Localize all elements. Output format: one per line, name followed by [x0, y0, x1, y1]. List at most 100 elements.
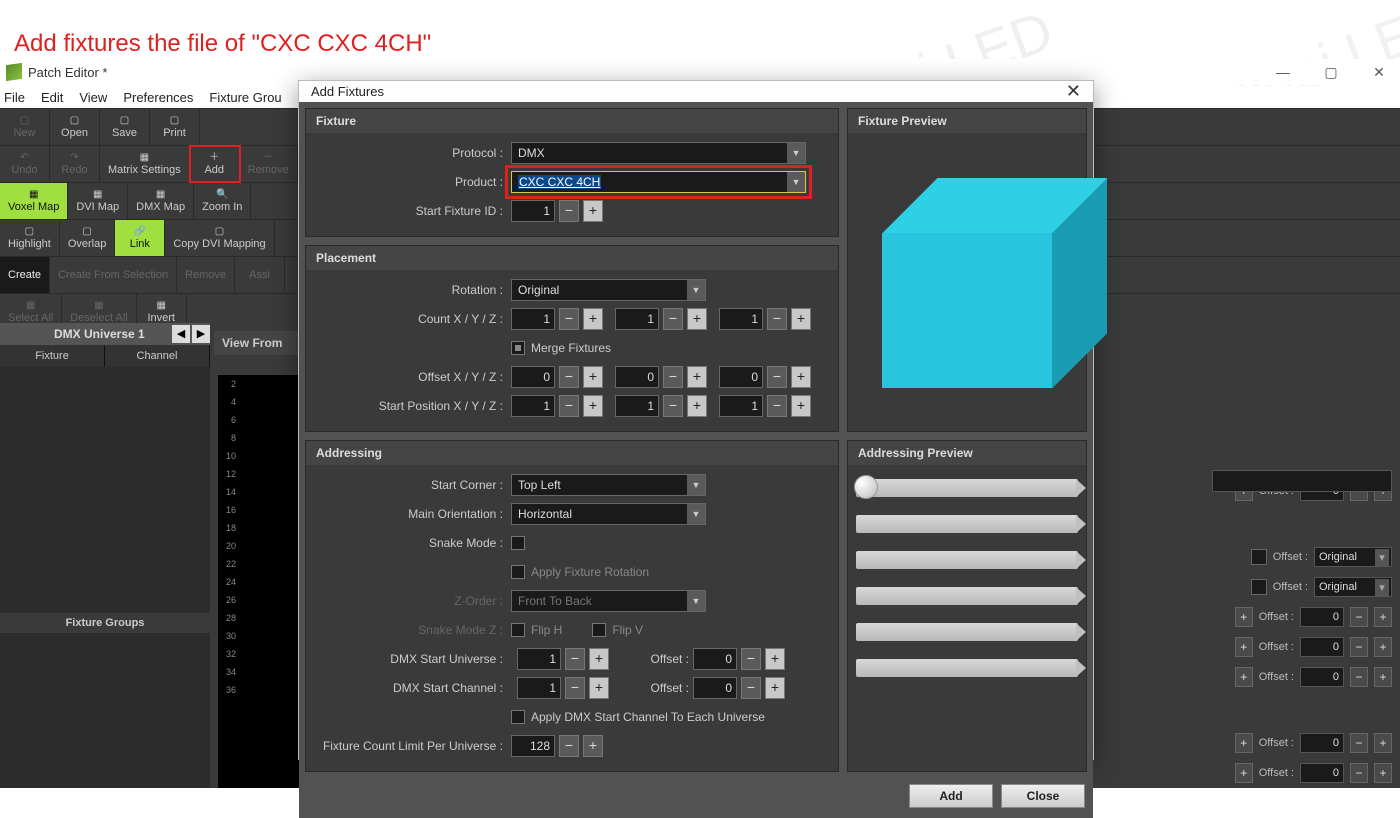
flip-h-checkbox[interactable] [511, 623, 525, 637]
offset-input[interactable]: 0 [1300, 733, 1344, 753]
right-input[interactable] [1212, 470, 1392, 492]
tool-undo[interactable]: ↶Undo [0, 146, 50, 182]
tool-add[interactable]: ＋Add [190, 146, 240, 182]
decrement-button[interactable]: − [767, 366, 787, 388]
increment-button[interactable]: + [583, 395, 603, 417]
main-orientation-select[interactable]: Horizontal▼ [511, 503, 706, 525]
dmx-universe-offset-input[interactable]: 0 [693, 648, 737, 670]
tool-remove-group[interactable]: Remove [177, 257, 235, 293]
minus-icon[interactable]: − [1350, 733, 1368, 753]
plus-icon[interactable]: + [1235, 733, 1253, 753]
tool-overlap[interactable]: ▢Overlap [60, 220, 116, 256]
plus-icon[interactable]: + [1374, 637, 1392, 657]
tab-fixture[interactable]: Fixture [0, 345, 105, 367]
increment-button[interactable]: + [589, 648, 609, 670]
offset-input[interactable]: 0 [1300, 607, 1344, 627]
minus-icon[interactable]: − [1350, 607, 1368, 627]
decrement-button[interactable]: − [663, 395, 683, 417]
dmx-start-universe-input[interactable]: 1 [517, 648, 561, 670]
checkbox[interactable] [1251, 579, 1267, 595]
tool-new[interactable]: ▢New [0, 109, 50, 145]
decrement-button[interactable]: − [565, 648, 585, 670]
count-y-input[interactable]: 1 [615, 308, 659, 330]
tool-matrix-settings[interactable]: ▦Matrix Settings [100, 146, 190, 182]
tool-create[interactable]: Create [0, 257, 50, 293]
decrement-button[interactable]: − [559, 366, 579, 388]
merge-fixtures-checkbox[interactable] [511, 341, 525, 355]
checkbox[interactable] [1251, 549, 1267, 565]
dmx-prev-button[interactable]: ◀ [172, 325, 190, 343]
count-x-input[interactable]: 1 [511, 308, 555, 330]
dmx-channel-offset-input[interactable]: 0 [693, 677, 737, 699]
minus-icon[interactable]: − [1350, 763, 1368, 783]
tool-assign[interactable]: Assi [235, 257, 285, 293]
increment-button[interactable]: + [687, 395, 707, 417]
minus-icon[interactable]: − [1350, 667, 1368, 687]
decrement-button[interactable]: − [559, 200, 579, 222]
offset-y-input[interactable]: 0 [615, 366, 659, 388]
startpos-z-input[interactable]: 1 [719, 395, 763, 417]
plus-icon[interactable]: + [1374, 763, 1392, 783]
rotation-select[interactable]: Original▼ [511, 279, 706, 301]
menu-fixture-groups[interactable]: Fixture Grou [209, 90, 281, 105]
plus-icon[interactable]: + [1374, 667, 1392, 687]
window-close-icon[interactable]: ✕ [1364, 64, 1394, 81]
count-z-input[interactable]: 1 [719, 308, 763, 330]
window-maximize-icon[interactable]: ▢ [1316, 64, 1346, 81]
menu-preferences[interactable]: Preferences [123, 90, 193, 105]
increment-button[interactable]: + [583, 200, 603, 222]
plus-icon[interactable]: + [1235, 607, 1253, 627]
decrement-button[interactable]: − [741, 648, 761, 670]
decrement-button[interactable]: − [559, 308, 579, 330]
dmx-next-button[interactable]: ▶ [192, 325, 210, 343]
tool-voxel-map[interactable]: ▦Voxel Map [0, 183, 68, 219]
tab-channel[interactable]: Channel [105, 345, 210, 367]
increment-button[interactable]: + [791, 366, 811, 388]
product-select[interactable]: CXC CXC 4CH ▼ [511, 171, 806, 193]
menu-view[interactable]: View [79, 90, 107, 105]
plus-icon[interactable]: + [1374, 733, 1392, 753]
startpos-x-input[interactable]: 1 [511, 395, 555, 417]
tool-remove[interactable]: －Remove [240, 146, 298, 182]
offset-select[interactable]: Original [1314, 547, 1392, 567]
increment-button[interactable]: + [687, 366, 707, 388]
fixture-count-limit-input[interactable]: 128 [511, 735, 555, 757]
voxel-grid[interactable]: 24681012141618202224262830323436 [218, 375, 300, 788]
decrement-button[interactable]: − [559, 395, 579, 417]
decrement-button[interactable]: − [663, 366, 683, 388]
start-corner-select[interactable]: Top Left▼ [511, 474, 706, 496]
offset-x-input[interactable]: 0 [511, 366, 555, 388]
tool-open[interactable]: ▢Open [50, 109, 100, 145]
apply-dmx-start-channel-checkbox[interactable] [511, 710, 525, 724]
offset-input[interactable]: 0 [1300, 763, 1344, 783]
protocol-select[interactable]: DMX▼ [511, 142, 806, 164]
offset-input[interactable]: 0 [1300, 637, 1344, 657]
flip-v-checkbox[interactable] [592, 623, 606, 637]
z-order-select[interactable]: Front To Back▼ [511, 590, 706, 612]
decrement-button[interactable]: − [663, 308, 683, 330]
snake-mode-checkbox[interactable] [511, 536, 525, 550]
dmx-start-channel-input[interactable]: 1 [517, 677, 561, 699]
increment-button[interactable]: + [687, 308, 707, 330]
decrement-button[interactable]: − [565, 677, 585, 699]
tool-zoom-in[interactable]: 🔍Zoom In [194, 183, 251, 219]
increment-button[interactable]: + [583, 735, 603, 757]
increment-button[interactable]: + [791, 395, 811, 417]
minus-icon[interactable]: − [1350, 637, 1368, 657]
menu-file[interactable]: File [4, 90, 25, 105]
increment-button[interactable]: + [791, 308, 811, 330]
increment-button[interactable]: + [583, 366, 603, 388]
tool-save[interactable]: ▢Save [100, 109, 150, 145]
plus-icon[interactable]: + [1235, 667, 1253, 687]
offset-z-input[interactable]: 0 [719, 366, 763, 388]
decrement-button[interactable]: − [741, 677, 761, 699]
window-minimize-icon[interactable]: — [1268, 64, 1298, 81]
increment-button[interactable]: + [765, 677, 785, 699]
tool-highlight[interactable]: ▢Highlight [0, 220, 60, 256]
offset-select[interactable]: Original [1314, 577, 1392, 597]
plus-icon[interactable]: + [1374, 607, 1392, 627]
tool-dmx-map[interactable]: ▦DMX Map [128, 183, 194, 219]
menu-edit[interactable]: Edit [41, 90, 63, 105]
offset-input[interactable]: 0 [1300, 667, 1344, 687]
plus-icon[interactable]: + [1235, 763, 1253, 783]
